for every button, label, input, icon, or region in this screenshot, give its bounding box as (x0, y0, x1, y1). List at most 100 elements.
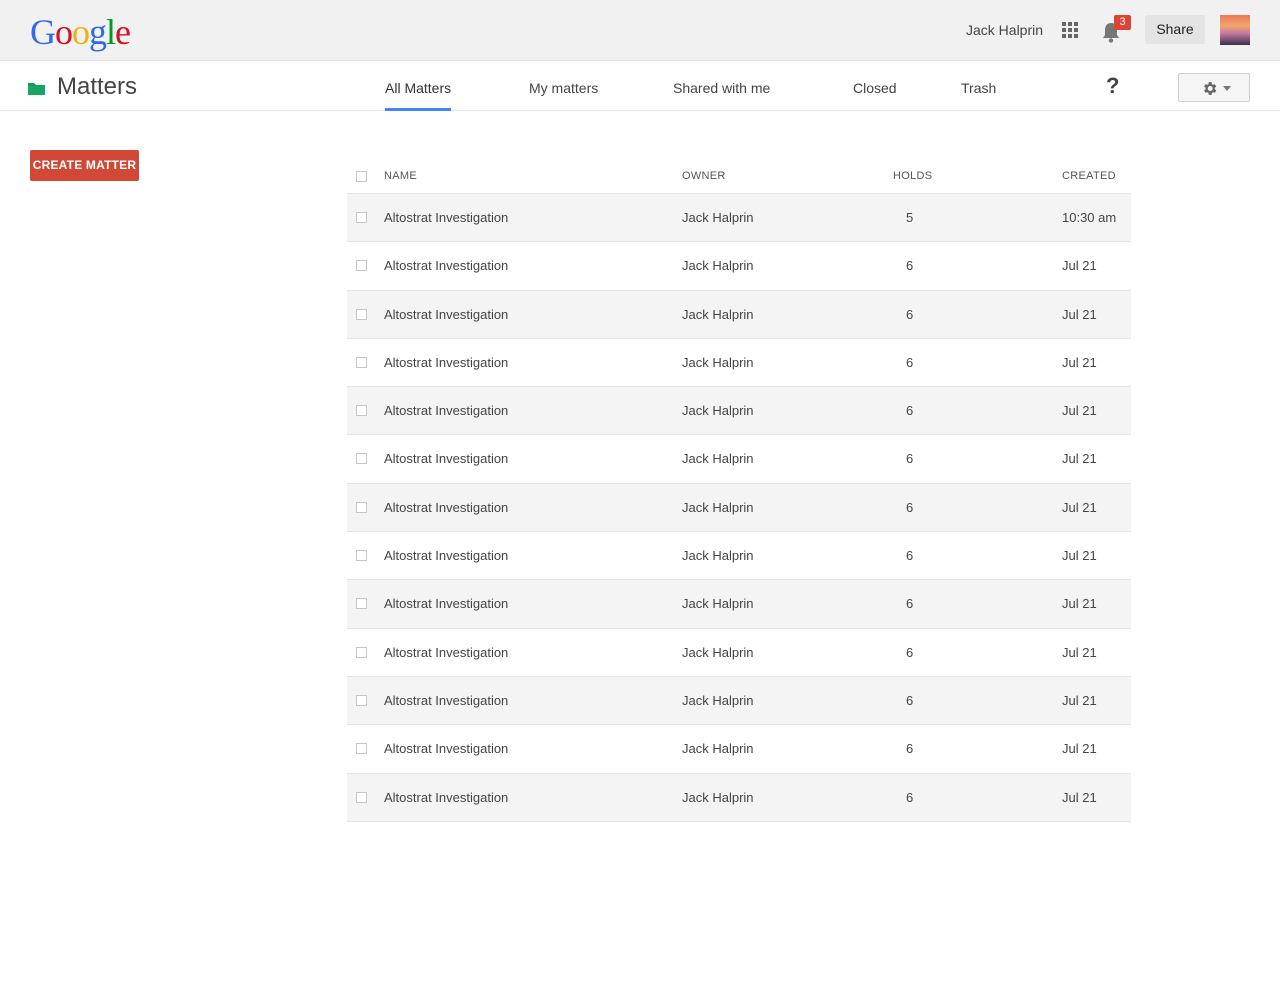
holds-cell: 6 (906, 354, 914, 370)
owner-cell: Jack Halprin (682, 210, 754, 225)
matter-name-cell[interactable]: Altostrat Investigation (384, 355, 508, 371)
table-row[interactable]: Altostrat Investigation Jack Halprin 6 Jul … (347, 387, 1131, 436)
matter-name-cell[interactable]: Altostrat Investigation (384, 403, 508, 419)
folder-icon (28, 83, 45, 95)
matter-name-cell[interactable]: Altostrat Investigation (384, 790, 508, 806)
owner-cell: Jack Halprin (682, 306, 754, 322)
logo-letter: g (89, 12, 107, 52)
created-cell: Jul 21 (1062, 692, 1097, 708)
table-header: NAME OWNER HOLDS CREATED (347, 158, 1131, 194)
matter-name-cell[interactable]: Altostrat Investigation (384, 500, 508, 516)
row-checkbox[interactable] (356, 550, 367, 562)
table-row[interactable]: Altostrat Investigation Jack Halprin 6 Jul … (347, 483, 1131, 533)
logo-letter: o (72, 12, 90, 52)
row-checkbox[interactable] (356, 743, 367, 755)
tab-all-matters[interactable]: All Matters (385, 79, 451, 97)
notification-count-badge: 3 (1114, 15, 1131, 30)
holds-cell: 6 (906, 741, 914, 757)
table-row[interactable]: Altostrat Investigation Jack Halprin 6 Jul … (347, 580, 1131, 629)
owner-cell: Jack Halprin (682, 354, 754, 370)
holds-cell: 6 (906, 499, 914, 515)
apps-grid-icon[interactable] (1062, 22, 1078, 38)
row-checkbox[interactable] (356, 598, 367, 610)
table-body: Altostrat Investigation Jack Halprin 5 10:3… (347, 194, 1131, 822)
row-checkbox[interactable] (356, 646, 367, 658)
row-checkbox[interactable] (356, 356, 367, 368)
matter-name-cell[interactable]: Altostrat Investigation (384, 307, 508, 323)
created-cell: Jul 21 (1062, 403, 1097, 419)
table-row[interactable]: Altostrat Investigation Jack Halprin 6 Jul … (347, 435, 1131, 484)
table-row[interactable]: Altostrat Investigation Jack Halprin 6 Jul … (347, 290, 1131, 339)
matter-name-cell[interactable]: Altostrat Investigation (384, 210, 508, 226)
holds-cell: 5 (906, 210, 914, 225)
help-icon[interactable]: ? (1106, 73, 1119, 99)
logo-letter: e (115, 12, 131, 52)
tab-shared-with-me[interactable]: Shared with me (673, 79, 770, 97)
logo-letter: G (30, 12, 56, 52)
owner-cell: Jack Halprin (682, 644, 754, 660)
matter-name-cell[interactable]: Altostrat Investigation (384, 693, 508, 709)
share-button[interactable]: Share (1145, 15, 1205, 44)
matter-name-cell[interactable]: Altostrat Investigation (384, 451, 508, 467)
tab-trash[interactable]: Trash (961, 79, 996, 97)
table-row[interactable]: Altostrat Investigation Jack Halprin 6 Jul … (347, 676, 1131, 726)
table-row[interactable]: Altostrat Investigation Jack Halprin 6 Jul … (347, 725, 1131, 774)
created-cell: Jul 21 (1062, 499, 1097, 515)
column-header-holds[interactable]: HOLDS (893, 170, 932, 183)
column-header-name[interactable]: NAME (384, 170, 417, 183)
create-matter-button[interactable]: CREATE MATTER (30, 150, 139, 181)
column-header-owner[interactable]: OWNER (682, 170, 726, 183)
settings-button[interactable] (1178, 73, 1250, 102)
holds-cell: 6 (906, 306, 914, 322)
holds-cell: 6 (906, 258, 914, 274)
row-checkbox[interactable] (356, 501, 367, 513)
row-checkbox[interactable] (356, 212, 367, 223)
created-cell: Jul 21 (1062, 548, 1097, 564)
matter-name-cell[interactable]: Altostrat Investigation (384, 258, 508, 274)
holds-cell: 6 (906, 451, 914, 467)
row-checkbox[interactable] (356, 453, 367, 465)
created-cell: Jul 21 (1062, 789, 1097, 805)
table-row[interactable]: Altostrat Investigation Jack Halprin 6 Jul … (347, 629, 1131, 677)
owner-cell: Jack Halprin (682, 451, 754, 467)
column-header-created[interactable]: CREATED (1062, 170, 1116, 183)
select-all-checkbox[interactable] (356, 171, 367, 182)
top-bar: Google Jack Halprin 3 Share (0, 0, 1280, 60)
created-cell: Jul 21 (1062, 451, 1097, 467)
created-cell: Jul 21 (1062, 644, 1097, 660)
logo-letter: o (55, 12, 73, 52)
row-checkbox[interactable] (356, 791, 367, 803)
holds-cell: 6 (906, 596, 914, 612)
row-checkbox[interactable] (356, 260, 367, 272)
account-name[interactable]: Jack Halprin (966, 21, 1043, 39)
row-checkbox[interactable] (356, 308, 367, 320)
matters-header: Matters All Matters My matters Shared wi… (0, 60, 1280, 111)
owner-cell: Jack Halprin (682, 403, 754, 419)
created-cell: Jul 21 (1062, 306, 1097, 322)
matter-name-cell[interactable]: Altostrat Investigation (384, 596, 508, 612)
owner-cell: Jack Halprin (682, 741, 754, 757)
owner-cell: Jack Halprin (682, 499, 754, 515)
matter-name-cell[interactable]: Altostrat Investigation (384, 741, 508, 757)
owner-cell: Jack Halprin (682, 789, 754, 805)
owner-cell: Jack Halprin (682, 596, 754, 612)
chevron-down-icon (1223, 86, 1231, 91)
table-row[interactable]: Altostrat Investigation Jack Halprin 6 Jul … (347, 242, 1131, 291)
tab-closed[interactable]: Closed (853, 79, 897, 97)
row-checkbox[interactable] (356, 694, 367, 706)
logo-letter: l (106, 12, 116, 52)
matter-name-cell[interactable]: Altostrat Investigation (384, 548, 508, 564)
holds-cell: 6 (906, 692, 914, 708)
page-title: Matters (57, 73, 138, 100)
table-row[interactable]: Altostrat Investigation Jack Halprin 5 10:3… (347, 194, 1131, 243)
owner-cell: Jack Halprin (682, 548, 754, 564)
matter-name-cell[interactable]: Altostrat Investigation (384, 645, 508, 661)
row-checkbox[interactable] (356, 405, 367, 417)
table-row[interactable]: Altostrat Investigation Jack Halprin 6 Jul … (347, 532, 1131, 581)
avatar[interactable] (1220, 15, 1250, 45)
table-row[interactable]: Altostrat Investigation Jack Halprin 6 Jul … (347, 773, 1131, 822)
google-logo[interactable]: Google (30, 12, 131, 52)
tab-my-matters[interactable]: My matters (529, 79, 598, 97)
holds-cell: 6 (906, 403, 914, 419)
table-row[interactable]: Altostrat Investigation Jack Halprin 6 Jul … (347, 339, 1131, 388)
